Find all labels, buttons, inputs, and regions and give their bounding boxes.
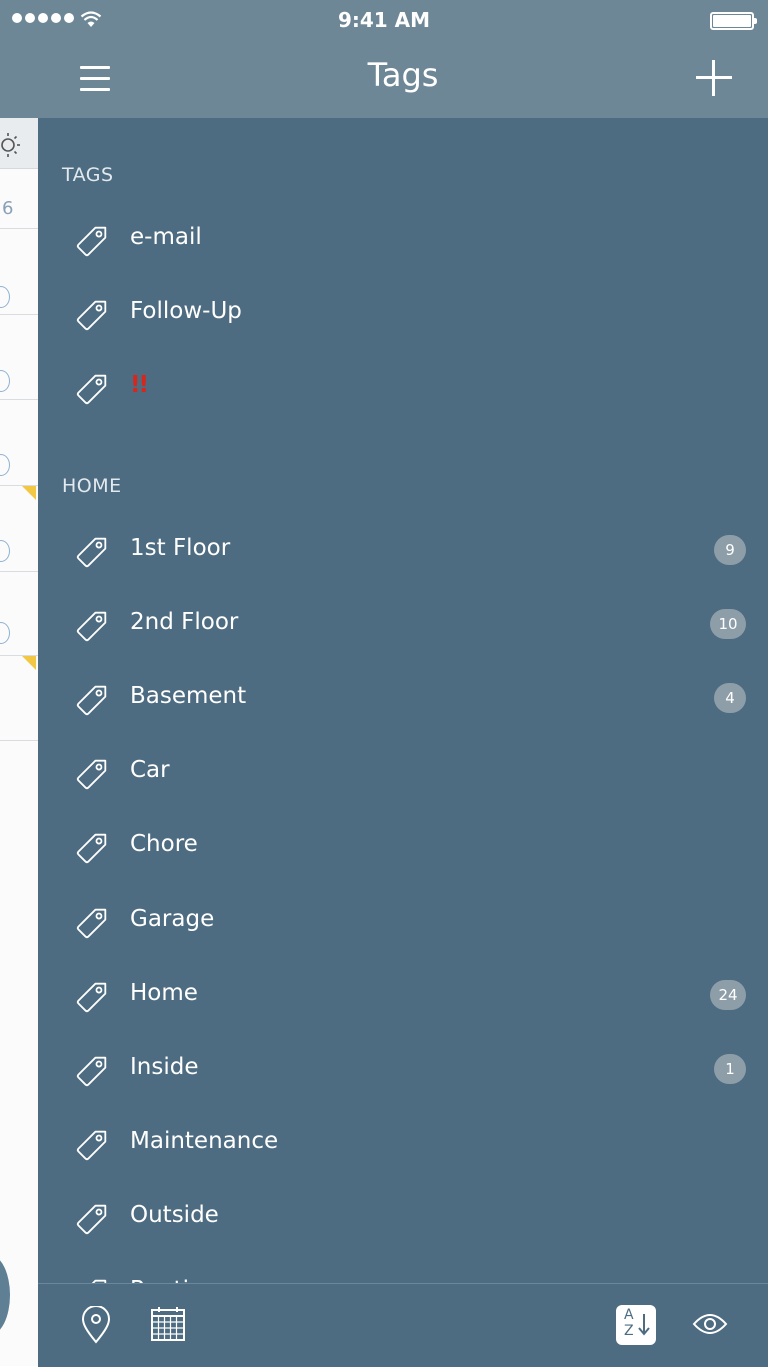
tag-row[interactable]: e-mail (38, 202, 768, 276)
tag-icon (76, 369, 112, 405)
tag-icon (76, 828, 112, 864)
tag-icon (76, 606, 112, 642)
tag-icon (76, 221, 112, 257)
calendar-icon[interactable] (150, 1306, 186, 1342)
battery-icon (710, 12, 757, 30)
sort-az-icon[interactable]: A Z (616, 1305, 656, 1345)
tag-label: e-mail (130, 224, 202, 250)
tag-row[interactable]: !! (38, 350, 768, 424)
tags-panel: Tags TAGS e-mail Follow-Up!! HOME 1st Floor 9… (38, 40, 768, 1367)
eye-icon[interactable] (692, 1312, 728, 1336)
tag-row[interactable]: Basement 4 (38, 661, 768, 735)
count-badge: 10 (710, 608, 746, 639)
tag-icon (76, 1125, 112, 1161)
nav-bar: Tags (38, 40, 768, 118)
bottom-toolbar: A Z (38, 1283, 768, 1367)
tag-label: 2nd Floor (130, 608, 239, 635)
tag-icon (76, 532, 112, 568)
tag-row[interactable]: Outside (38, 1180, 768, 1254)
count-badge: 4 (714, 683, 746, 713)
tag-label: Car (130, 757, 170, 784)
tag-label: 1st Floor (130, 534, 231, 561)
tag-row[interactable]: 2nd Floor 10 (38, 587, 768, 661)
count-badge: 9 (714, 534, 746, 565)
tag-label: Maintenance (130, 1128, 279, 1155)
tag-row[interactable]: Follow-Up (38, 276, 768, 350)
tag-label: Garage (130, 905, 215, 932)
tag-row[interactable]: Car (38, 735, 768, 809)
sun-icon (1, 133, 20, 157)
priority-flag (22, 656, 36, 670)
location-pin-icon[interactable] (80, 1306, 112, 1346)
section-header: TAGS (62, 164, 114, 186)
section-header: HOME (62, 474, 122, 497)
tag-icon (76, 1051, 112, 1087)
tag-label: Chore (130, 831, 198, 858)
tag-icon (76, 977, 112, 1013)
tag-label: Basement (130, 683, 247, 709)
count-badge: 24 (710, 979, 746, 1010)
status-time: 9:41 AM (337, 8, 431, 32)
tag-label: Follow-Up (130, 298, 242, 325)
tag-row[interactable]: Home 24 (38, 958, 768, 1032)
tag-icon (76, 1199, 112, 1235)
count-badge: 1 (714, 1054, 746, 1084)
tag-label: Outside (130, 1202, 219, 1229)
tag-label: Home (130, 979, 198, 1006)
background-fab[interactable] (0, 1255, 10, 1335)
tag-icon (76, 680, 112, 716)
tag-list[interactable]: TAGS e-mail Follow-Up!! HOME 1st Floor 9 2nd F… (38, 118, 768, 1283)
tag-label: Inside (130, 1054, 199, 1080)
sort-letter-top: A (624, 1307, 634, 1323)
tag-row[interactable]: Garage (38, 884, 768, 958)
background-task-list: 6 (0, 40, 38, 1366)
plus-icon[interactable] (696, 60, 732, 96)
page-title: Tags (367, 56, 439, 94)
tag-row[interactable]: Inside 1 (38, 1032, 768, 1106)
sort-letter-bottom: Z (624, 1323, 634, 1339)
tag-label: !! (130, 372, 149, 399)
tag-icon (76, 903, 112, 939)
tag-row[interactable]: Maintenance (38, 1106, 768, 1180)
status-bar: 9:41 AM (0, 0, 768, 40)
background-number: 6 (2, 198, 14, 219)
sort-arrow-icon (638, 1314, 650, 1336)
background-today-row[interactable] (0, 118, 38, 169)
tag-row[interactable]: 1st Floor 9 (38, 513, 768, 587)
tag-row[interactable]: Chore (38, 809, 768, 883)
background-header (0, 40, 38, 118)
tag-icon (76, 1274, 112, 1283)
priority-flag (22, 486, 36, 500)
tag-icon (76, 754, 112, 790)
tag-icon (76, 295, 112, 331)
tag-row[interactable]: Routine (38, 1255, 768, 1283)
